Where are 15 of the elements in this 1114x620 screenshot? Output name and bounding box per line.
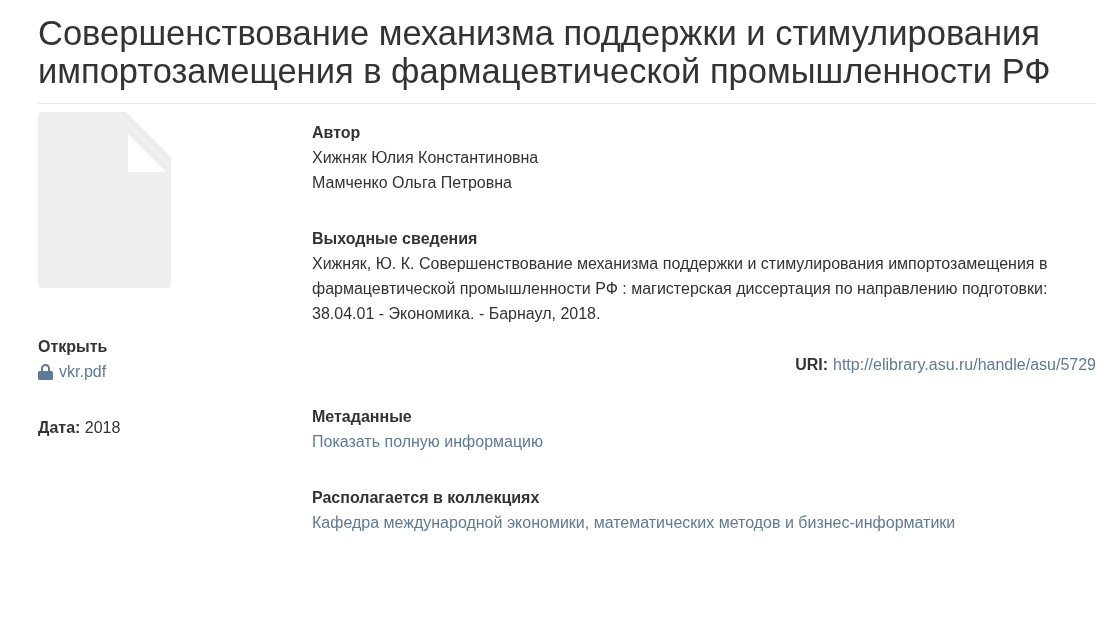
section-heading: Автор xyxy=(312,123,362,143)
section-heading: Располагается в коллекциях xyxy=(312,488,541,508)
citation-text: Хижняк, Ю. К. Совершенствование механизма поддержки и стимулирования импортозамещения в фармацевтической промышленности РФ : магистерская диссертация по направлению подготовки: 38.04.01 - Экономика. - Барнаул, 2018. xyxy=(312,254,1049,324)
section-heading: Выходные сведения xyxy=(312,229,479,249)
author-name: Мамченко Ольга Петровна xyxy=(312,173,513,193)
uri-label: URI: xyxy=(795,355,828,375)
info-link[interactable]: Показать полную информацию xyxy=(312,433,544,450)
page-title: Совершенствование механизма поддержки и стимулирования импортозамещения в фармацевтической промышленности РФ xyxy=(38,14,1052,90)
section-heading: Метаданные xyxy=(312,407,413,427)
file-link[interactable]: vkr.pdf xyxy=(38,359,107,384)
date-text: Дата: 2018 xyxy=(38,418,122,438)
section-heading: Открыть xyxy=(38,337,109,357)
uri-link[interactable]: http://elibrary.asu.ru/handle/asu/5729 xyxy=(833,352,1096,377)
author-name: Хижняк Юлия Константиновна xyxy=(312,148,540,168)
info-link[interactable]: Кафедра международной экономики, математических методов и бизнес-информатики xyxy=(312,514,956,531)
